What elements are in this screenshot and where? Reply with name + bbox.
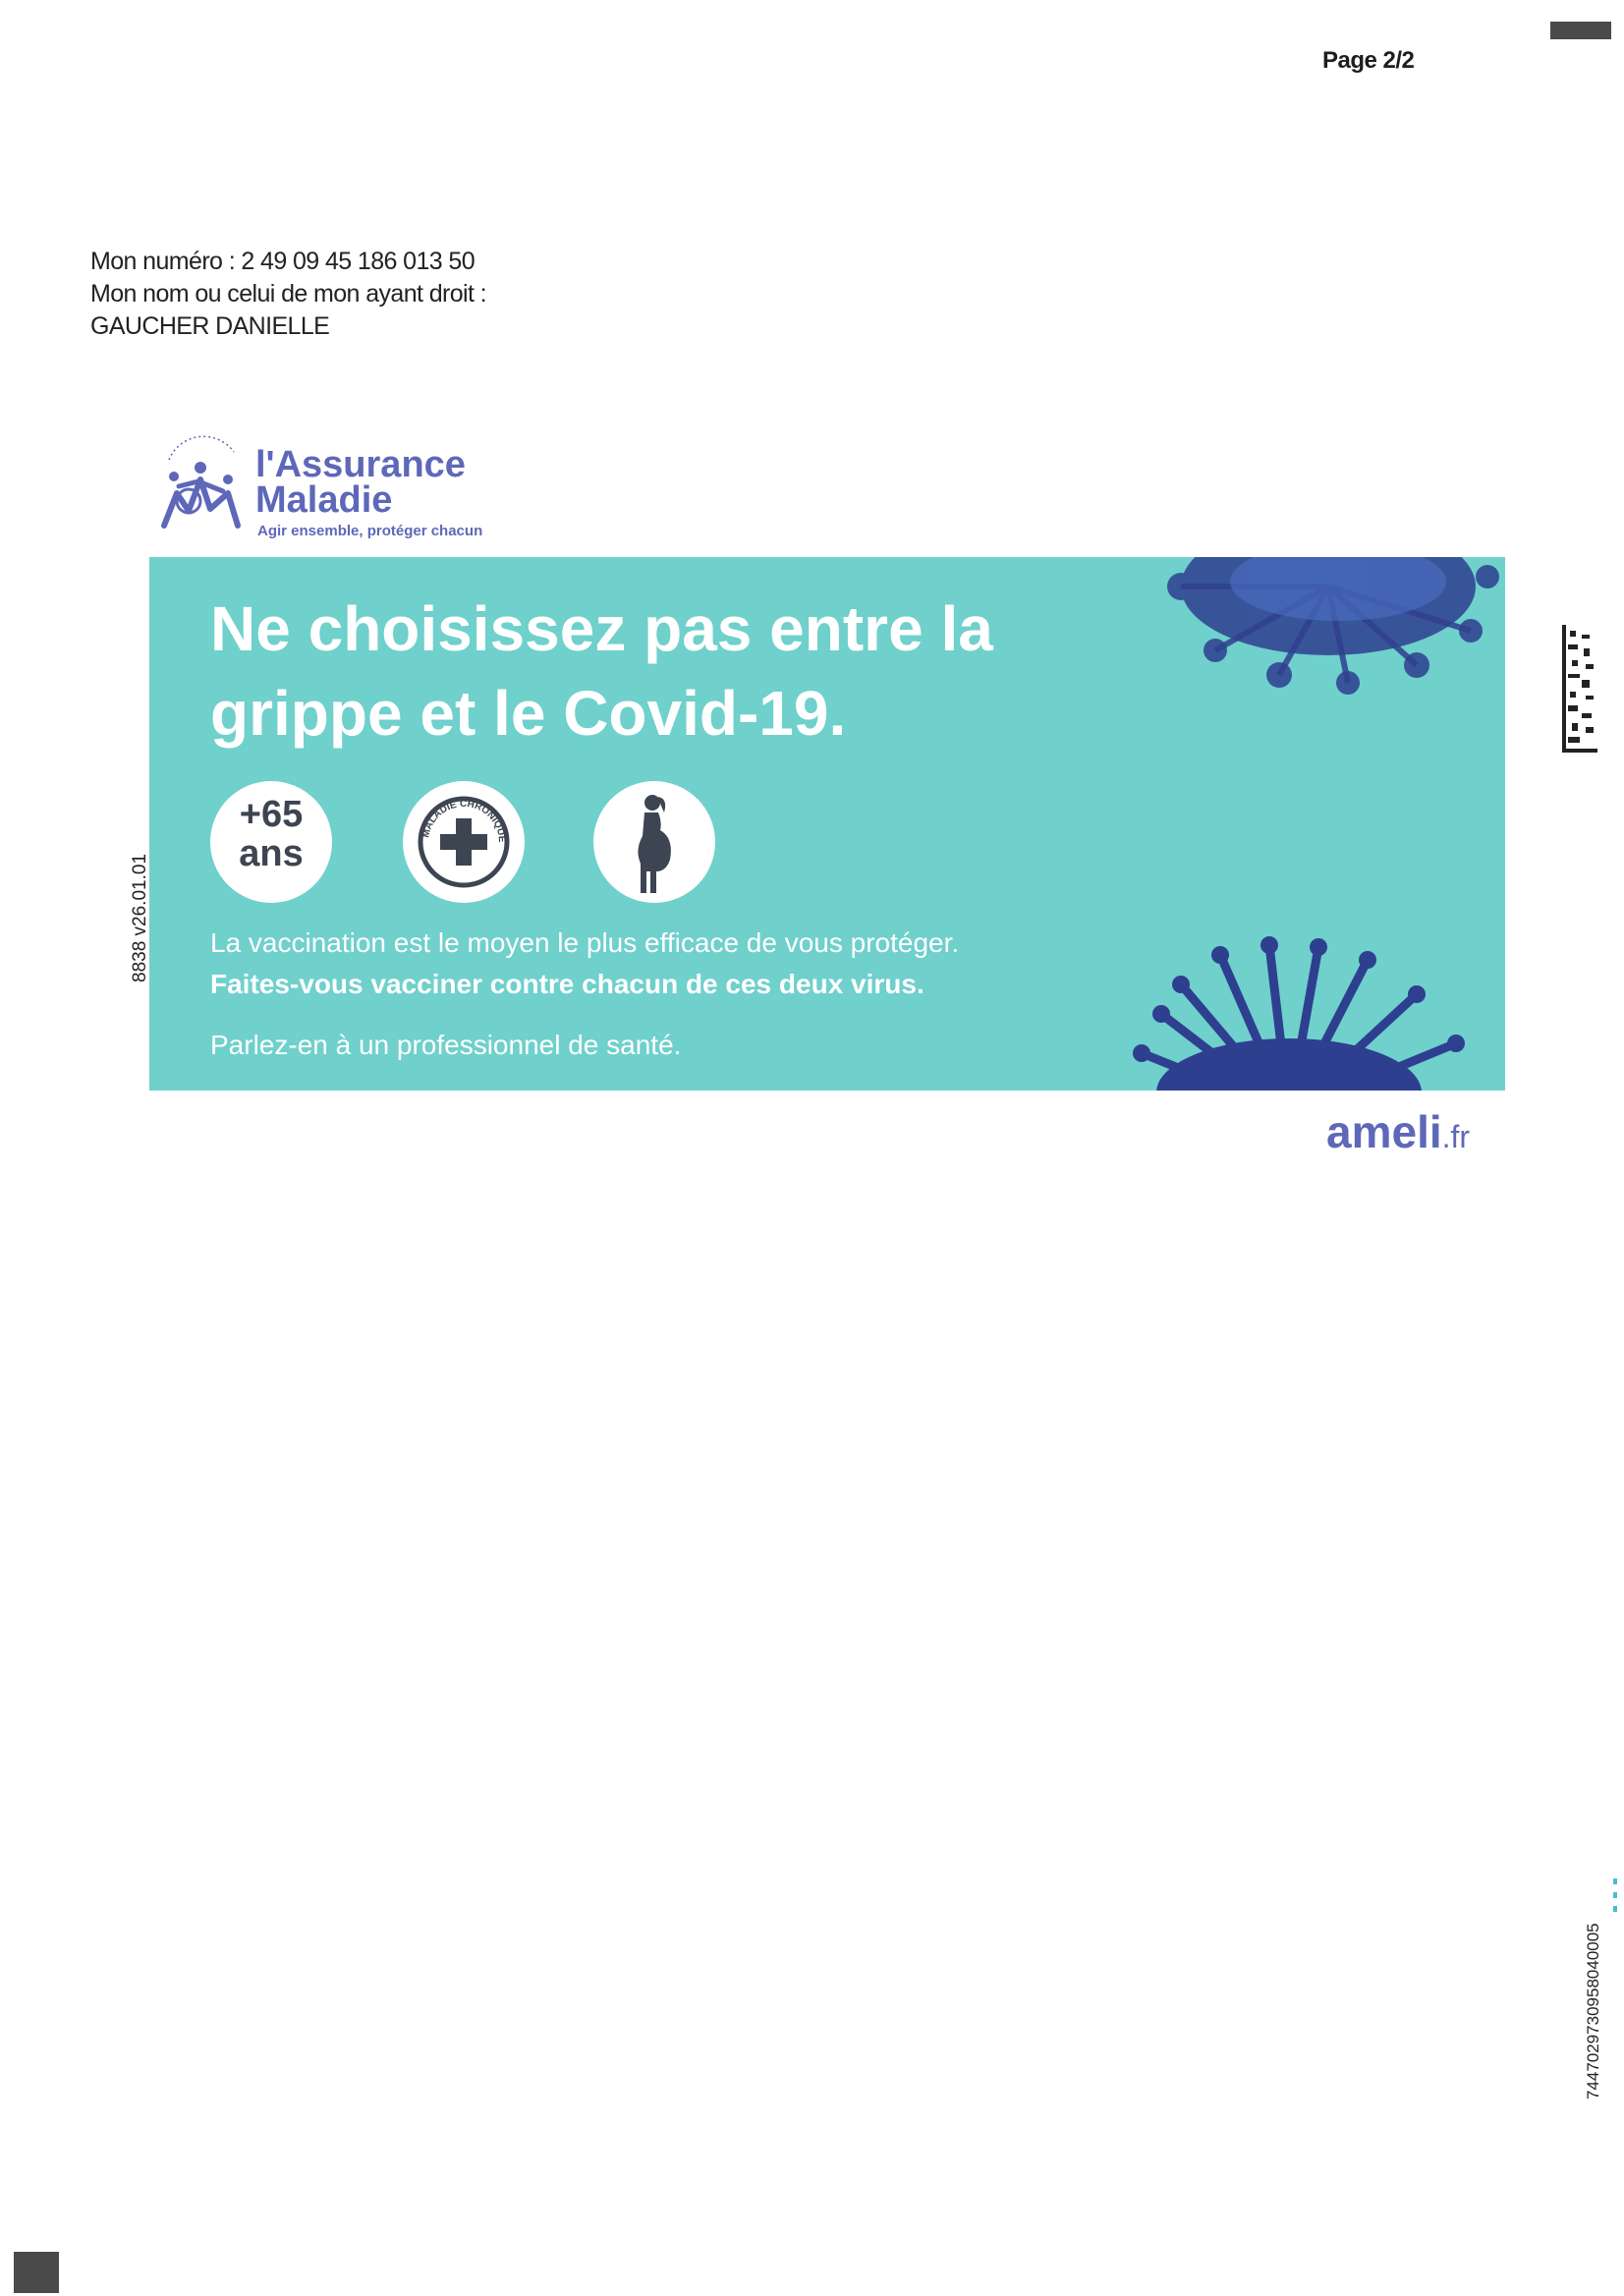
banner-text-1: La vaccination est le moyen le plus effi… <box>210 927 960 958</box>
chronic-disease-badge: MALADIE CHRONIQUE <box>403 781 525 903</box>
age-badge-value: +65 <box>239 794 304 835</box>
recipient-name: GAUCHER DANIELLE <box>90 312 330 340</box>
document-code-vertical: 8838 v26.01.01 <box>130 853 150 982</box>
recipient-info: Mon numéro : 2 49 09 45 186 013 50 Mon n… <box>90 246 487 343</box>
color-dots <box>1613 1878 1617 1912</box>
logo-tagline: Agir ensemble, protéger chacun <box>257 523 483 539</box>
banner-text-2: Faites-vous vacciner contre chacun de ce… <box>210 969 924 999</box>
vaccination-banner: Ne choisissez pas entre la grippe et le … <box>149 557 1505 1091</box>
logo-line-1: l'Assurance <box>255 444 466 485</box>
virus-illustration-top <box>1167 557 1499 695</box>
scan-mark-top <box>1550 22 1611 39</box>
pregnancy-badge <box>593 781 715 903</box>
age-badge: +65 ans <box>210 781 332 903</box>
ameli-logo: ameli.fr <box>1326 1105 1470 1158</box>
recipient-name-label: Mon nom ou celui de mon ayant droit : <box>90 280 487 308</box>
logo-line-2: Maladie <box>255 479 393 521</box>
age-badge-unit: ans <box>239 833 304 874</box>
headline-line-2: grippe et le Covid-19. <box>210 678 847 749</box>
medical-cross-icon: MALADIE CHRONIQUE <box>418 796 510 888</box>
ameli-main: ameli <box>1326 1106 1442 1157</box>
barcode-number-vertical: 7447029730958040005 <box>1584 1923 1602 2100</box>
datamatrix-code <box>1562 625 1597 753</box>
logo-wordmark: l'Assurance Maladie <box>255 444 466 521</box>
banner-headline: Ne choisissez pas entre la grippe et le … <box>210 587 993 756</box>
pregnant-woman-icon <box>638 795 671 893</box>
headline-line-1: Ne choisissez pas entre la <box>210 593 993 664</box>
ameli-tld: .fr <box>1441 1119 1471 1154</box>
page-number: Page 2/2 <box>1322 47 1415 74</box>
banner-body: La vaccination est le moyen le plus effi… <box>210 923 959 1066</box>
scan-mark-bottom <box>14 2252 59 2293</box>
virus-illustration-bottom <box>1133 936 1465 1091</box>
recipient-number: Mon numéro : 2 49 09 45 186 013 50 <box>90 248 476 275</box>
banner-text-3: Parlez-en à un professionnel de santé. <box>210 1030 682 1060</box>
